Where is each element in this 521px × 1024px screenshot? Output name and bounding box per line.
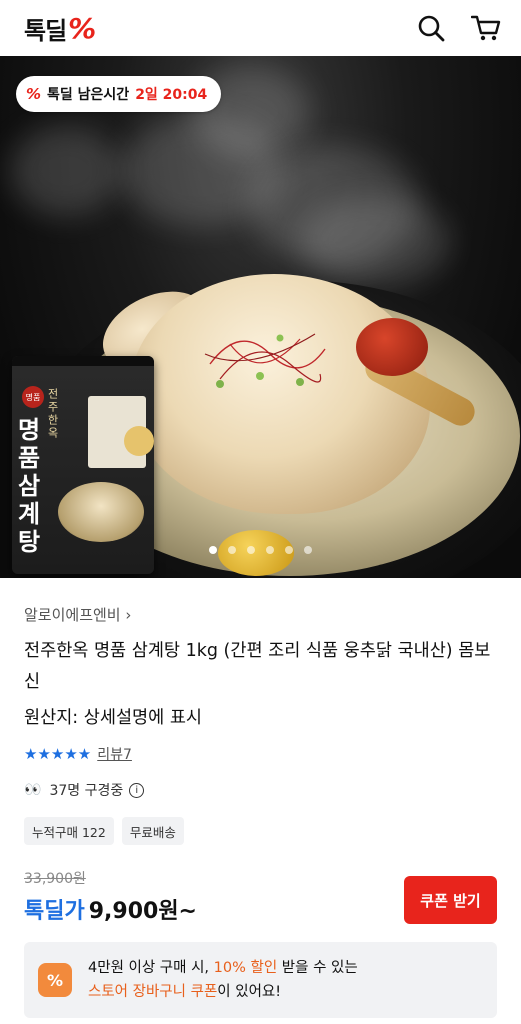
- viewer-count: 👀 37명 구경중 i: [24, 780, 145, 800]
- get-coupon-button[interactable]: 쿠폰 받기: [404, 876, 497, 924]
- carousel-dot[interactable]: [304, 546, 312, 554]
- deal-price: 9,900원~: [88, 899, 197, 924]
- pepper-threads-garnish: [204, 333, 326, 388]
- deal-timer-badge: % 톡딜 남은시간 2일 20:04: [16, 76, 222, 112]
- logo-percent-mark: %: [68, 11, 96, 45]
- carousel-dot[interactable]: [228, 546, 236, 554]
- search-icon[interactable]: [417, 14, 445, 42]
- product-title: 전주한옥 명품 삼계탕 1kg (간편 조리 식품 웅추닭 국내산) 몸보신: [24, 641, 491, 692]
- steam: [300, 196, 450, 286]
- deal-price-row: 톡딜가 9,900원~: [24, 893, 197, 925]
- steam: [10, 126, 120, 216]
- timer-label: 톡딜 남은시간: [47, 87, 130, 103]
- carousel-dot[interactable]: [247, 546, 255, 554]
- package-badge: 명품: [22, 386, 44, 408]
- carousel-dot[interactable]: [266, 546, 274, 554]
- package-bowl-image: [58, 482, 144, 542]
- package-title: 명품삼계탕: [18, 416, 41, 556]
- rating-row[interactable]: ★★★★★ 리뷰7: [24, 744, 132, 764]
- review-link[interactable]: 리뷰7: [97, 744, 132, 764]
- tag-free-shipping: 무료배송: [121, 817, 184, 845]
- product-origin: 원산지: 상세설명에 표시: [24, 708, 203, 728]
- chevron-right-icon: ›: [125, 606, 132, 624]
- original-price: 33,900원: [24, 871, 86, 887]
- app-header: 톡딜 %: [0, 0, 521, 56]
- carousel-dot[interactable]: [285, 546, 293, 554]
- viewer-count-text: 37명 구경중: [49, 783, 124, 799]
- coupon-highlight: 스토어 장바구니 쿠폰: [88, 984, 218, 1000]
- cart-icon[interactable]: [471, 14, 501, 42]
- percent-icon: %: [26, 85, 42, 103]
- banner-message: 4만원 이상 구매 시, 10% 할인 받을 수 있는 스토어 장바구니 쿠폰이…: [88, 960, 358, 1000]
- tag-list: 누적구매 122 무료배송: [24, 817, 184, 845]
- product-image-carousel[interactable]: % 톡딜 남은시간 2일 20:04 명품 전주한옥 명품삼계탕: [0, 56, 521, 578]
- jujube: [356, 318, 428, 376]
- star-rating-icon: ★★★★★: [24, 745, 92, 763]
- talkdeal-logo[interactable]: 톡딜 %: [24, 11, 96, 46]
- info-icon[interactable]: i: [129, 782, 145, 798]
- discount-highlight: 10% 할인: [213, 960, 278, 976]
- deal-label: 톡딜가: [24, 899, 85, 924]
- product-package: 명품 전주한옥 명품삼계탕: [12, 356, 154, 574]
- tag-cumulative-purchase: 누적구매 122: [24, 817, 114, 845]
- package-seal: [124, 426, 154, 456]
- cart-coupon-banner[interactable]: % 4만원 이상 구매 시, 10% 할인 받을 수 있는 스토어 장바구니 쿠…: [24, 942, 497, 1018]
- carousel-dot[interactable]: [209, 546, 217, 554]
- seller-link[interactable]: 알로이에프엔비 ›: [24, 604, 131, 625]
- timer-value: 2일 20:04: [135, 87, 208, 103]
- coupon-percent-icon: %: [38, 963, 72, 997]
- logo-text: 톡딜: [24, 16, 67, 45]
- seller-name: 알로이에프엔비: [24, 606, 121, 624]
- carousel-indicator[interactable]: [0, 546, 521, 554]
- eyes-icon: 👀: [24, 782, 42, 798]
